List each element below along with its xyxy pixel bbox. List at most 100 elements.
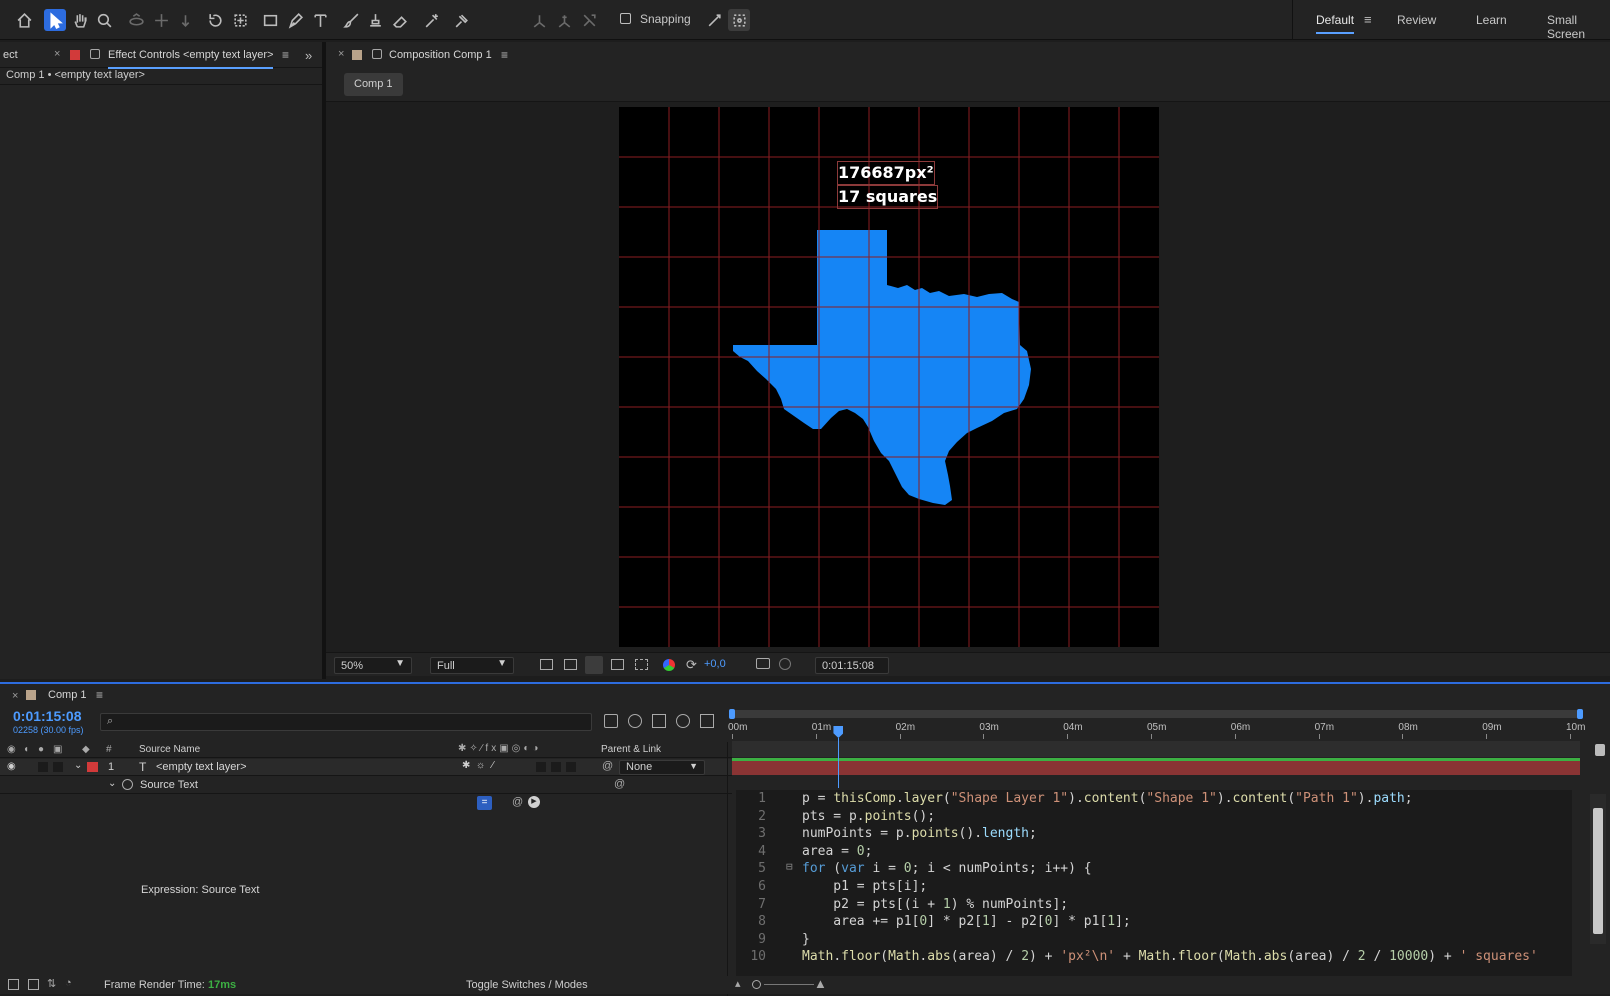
solo-icon[interactable]: ● [38,744,44,755]
audio-icon[interactable]: ◖ [23,744,29,755]
parent-pickwhip-icon[interactable]: @ [602,760,613,772]
effect-controls-tab[interactable]: Effect Controls <empty text layer> [108,49,274,69]
panel-menu-icon[interactable]: ≡ [282,48,289,62]
render-time-toggle-icon[interactable]: ◔ [65,977,72,989]
lock-icon[interactable]: ▣ [53,744,62,755]
selection-tool-icon[interactable] [44,9,66,31]
workspace-menu-icon[interactable]: ≡ [1364,12,1372,27]
workspace-learn[interactable]: Learn [1476,13,1507,27]
lock-icon[interactable] [90,49,100,59]
exposure-value[interactable]: +0,0 [704,658,726,670]
solo-toggle[interactable] [38,762,48,772]
lock-icon[interactable] [372,49,382,59]
panel-menu-icon[interactable]: ≡ [501,48,508,62]
axis-world-icon[interactable] [553,9,575,31]
clone-stamp-tool-icon[interactable] [364,9,386,31]
layer-row[interactable]: ◉ ⌄ 1 T <empty text layer> ✱ ☼ ∕ @ None ▼ [0,759,732,776]
property-pickwhip-icon[interactable]: @ [614,778,625,790]
show-snapshot-icon[interactable] [779,658,791,670]
rotate-tool-icon[interactable] [204,9,226,31]
rectangle-tool-icon[interactable] [259,9,281,31]
expression-graph-icon[interactable]: @ [512,796,523,808]
code-scrollbar-track[interactable] [1590,794,1606,944]
time-zoom-slider-track[interactable] [764,984,814,985]
parent-link-header[interactable]: Parent & Link [601,744,661,755]
color-channels-icon[interactable] [663,659,675,671]
mask-visibility-icon[interactable] [585,656,603,674]
eraser-tool-icon[interactable] [389,9,411,31]
code-fold-icon[interactable]: ⊟ [786,860,793,873]
hide-shy-layers-icon[interactable] [652,714,666,728]
resolution-dropdown[interactable]: Full ▼ [430,657,514,674]
layer-name[interactable]: <empty text layer> [156,761,247,773]
comp-breadcrumb-button[interactable]: Comp 1 [344,73,403,96]
timeline-tab[interactable]: Comp 1 [48,689,87,701]
hand-tool-icon[interactable] [69,9,91,31]
workspace-default[interactable]: Default [1316,13,1355,34]
close-icon[interactable]: × [12,690,18,702]
parent-dropdown[interactable]: None ▼ [619,760,705,775]
roto-brush-tool-icon[interactable] [420,9,442,31]
eye-icon[interactable]: ◉ [7,744,16,755]
label-tag-icon[interactable]: ◆ [82,744,90,755]
anchor-point-tool-icon[interactable] [229,9,251,31]
chevron-down-icon[interactable]: ⌄ [74,760,82,771]
timeline-divider[interactable] [727,742,728,996]
grid-guides-icon[interactable] [635,659,648,670]
draft-3d-icon[interactable] [628,714,642,728]
expression-enable-toggle[interactable]: = [477,796,492,810]
snap-features-icon[interactable] [728,9,750,31]
workspace-small-screen[interactable]: Small Screen [1547,13,1610,41]
in-out-toggle-icon[interactable]: ⇅ [47,977,56,990]
pen-tool-icon[interactable] [284,9,306,31]
current-time-display[interactable]: 0:01:15:08 [13,708,82,724]
composition-mini-flowchart-icon[interactable] [604,714,618,728]
reset-exposure-icon[interactable]: ⟳ [686,657,697,673]
property-row[interactable]: ⌄ Source Text @ [0,777,732,794]
adjustment-switch[interactable] [551,762,561,772]
transparency-grid-icon[interactable] [564,659,577,670]
navigator-end-handle[interactable] [1577,709,1583,719]
graph-editor-icon[interactable] [700,714,714,728]
transfer-controls-toggle-icon[interactable] [28,979,39,990]
zoom-out-icon[interactable]: ▴ [735,977,741,990]
navigator-start-handle[interactable] [729,709,735,719]
close-icon[interactable]: × [338,48,344,60]
puppet-pin-tool-icon[interactable] [450,9,472,31]
zoom-in-icon[interactable]: ▲ [814,976,827,991]
zoom-tool-icon[interactable] [93,9,115,31]
workspace-review[interactable]: Review [1397,13,1436,27]
panel-overflow-icon[interactable]: » [305,48,312,63]
viewer-timecode-field[interactable]: 0:01:15:08 [815,657,889,674]
layer-duration-bar[interactable] [732,761,1580,775]
project-tab-partial[interactable]: ect [3,49,18,61]
axis-local-icon[interactable] [528,9,550,31]
dolly-camera-icon[interactable] [174,9,196,31]
chevron-down-icon[interactable]: ⌄ [108,778,116,789]
close-icon[interactable]: × [54,48,60,60]
shy-switch-icon[interactable]: ✱ [462,760,470,771]
comp-end-marker-icon[interactable] [1595,744,1605,756]
source-name-header[interactable]: Source Name [139,744,200,755]
type-tool-icon[interactable] [309,9,331,31]
home-icon[interactable] [13,9,35,31]
time-zoom-slider-thumb[interactable] [752,980,761,989]
layer-search-input[interactable]: ⌕ [100,713,592,731]
snap-edges-icon[interactable] [703,9,725,31]
panel-menu-icon[interactable]: ≡ [96,688,103,702]
expression-editor[interactable]: 1 p = thisComp.layer("Shape Layer 1").con… [736,790,1572,976]
time-ruler[interactable]: 00m 01m 02m 03m 04m 05m 06m 07m 08m 09m 10m [728,719,1585,739]
layer-visibility-eye-icon[interactable]: ◉ [7,761,16,772]
composition-tab[interactable]: Composition Comp 1 [389,49,492,61]
orbit-camera-icon[interactable] [125,9,147,31]
collapse-switch-icon[interactable]: ☼ [476,760,485,771]
layer-label-color[interactable] [87,762,98,772]
time-navigator-bar[interactable] [732,710,1580,718]
frame-blending-icon[interactable] [676,714,690,728]
layer-switches-toggle-icon[interactable] [8,979,19,990]
stopwatch-icon[interactable] [122,779,133,790]
3d-layer-switch[interactable] [566,762,576,772]
region-of-interest-icon[interactable] [611,659,624,670]
toggle-switches-modes-button[interactable]: Toggle Switches / Modes [466,979,588,991]
composition-viewer[interactable]: 176687px² 17 squares [619,107,1159,647]
